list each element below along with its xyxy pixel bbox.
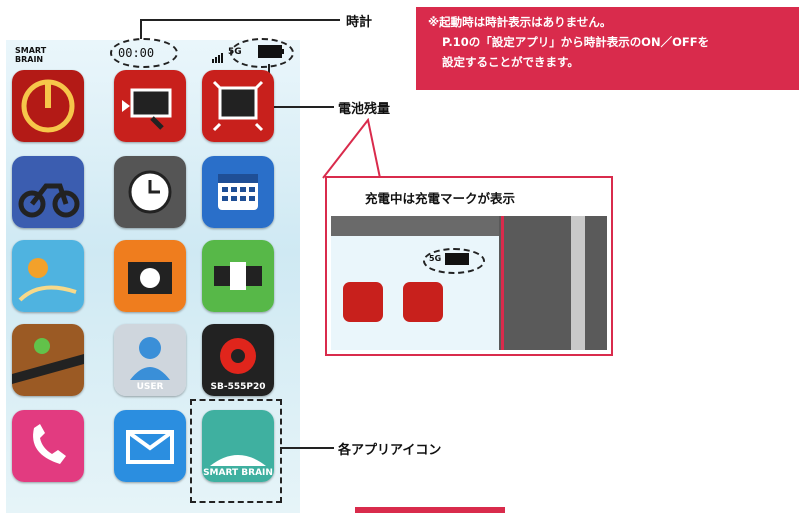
charging-inset: 充電中は充電マークが表示 5G <box>325 176 613 356</box>
motorcycle-icon <box>12 156 84 228</box>
inset-cast-icon <box>343 282 383 322</box>
phone-icon <box>12 410 84 482</box>
callout-line <box>268 106 334 108</box>
app-icon-power[interactable] <box>12 70 84 142</box>
callout-line <box>140 19 142 39</box>
app-icon-weather[interactable] <box>12 240 84 312</box>
note-line-3: 設定することができます。 <box>442 55 579 69</box>
app-icon-label: SB-555P20 <box>210 382 266 392</box>
note-line-2: P.10の「設定アプリ」から時計表示のON／OFFを <box>442 35 710 49</box>
mirror-icon <box>202 70 274 142</box>
status-clock: 00:00 <box>118 46 155 60</box>
app-icon-highlight <box>190 399 282 503</box>
app-icon-label: USER <box>136 382 164 392</box>
app-icon-camera[interactable] <box>114 240 186 312</box>
charging-inset-title: 充電中は充電マークが表示 <box>365 191 516 206</box>
charging-battery-icon <box>445 253 469 265</box>
mail-icon <box>114 410 186 482</box>
app-icon-motorcycle[interactable] <box>12 156 84 228</box>
app-icon-mail[interactable] <box>114 410 186 482</box>
app-icon-navigation[interactable] <box>12 324 84 396</box>
inset-network: 5G <box>429 254 442 263</box>
app-icon-clock[interactable] <box>114 156 186 228</box>
clock-callout-label: 時計 <box>346 15 373 30</box>
signal-icon <box>212 48 226 67</box>
camera-icon <box>114 240 186 312</box>
inset-red-edge <box>501 216 504 350</box>
app-icon-radio[interactable] <box>202 240 274 312</box>
callout-line <box>140 19 340 21</box>
calendar-icon <box>202 156 274 228</box>
smartbrain-logo: SMART BRAIN <box>14 44 72 64</box>
app-icon-phone[interactable] <box>12 410 84 482</box>
weather-icon <box>12 240 84 312</box>
inset-mirror-icon <box>403 282 443 322</box>
startup-note-box: ※起動時は時計表示はありません。 P.10の「設定アプリ」から時計表示のON／O… <box>416 7 799 90</box>
app-icon-settings[interactable]: SB-555P20 <box>202 324 274 396</box>
battery-icon <box>258 45 284 58</box>
bottom-strip <box>355 507 505 513</box>
callout-line <box>280 447 334 449</box>
svg-text:SMART: SMART <box>15 46 47 55</box>
app-icon-calendar[interactable] <box>202 156 274 228</box>
clock-icon <box>114 156 186 228</box>
app-icon-user[interactable]: USER <box>114 324 186 396</box>
inset-light-stripe <box>571 216 585 350</box>
radio-icon <box>202 240 274 312</box>
power-icon <box>12 70 84 142</box>
cast-icon <box>114 70 186 142</box>
app-icon-cast[interactable] <box>114 70 186 142</box>
inset-dark-panel <box>499 216 607 350</box>
svg-text:BRAIN: BRAIN <box>15 55 43 64</box>
navigation-icon <box>12 324 84 396</box>
note-line-1: ※起動時は時計表示はありません。 <box>428 15 612 29</box>
battery-callout-label: 電池残量 <box>338 102 391 117</box>
app-icon-mirror[interactable] <box>202 70 274 142</box>
app-icons-callout-label: 各アプリアイコン <box>338 443 442 458</box>
inset-pointer <box>322 118 381 179</box>
